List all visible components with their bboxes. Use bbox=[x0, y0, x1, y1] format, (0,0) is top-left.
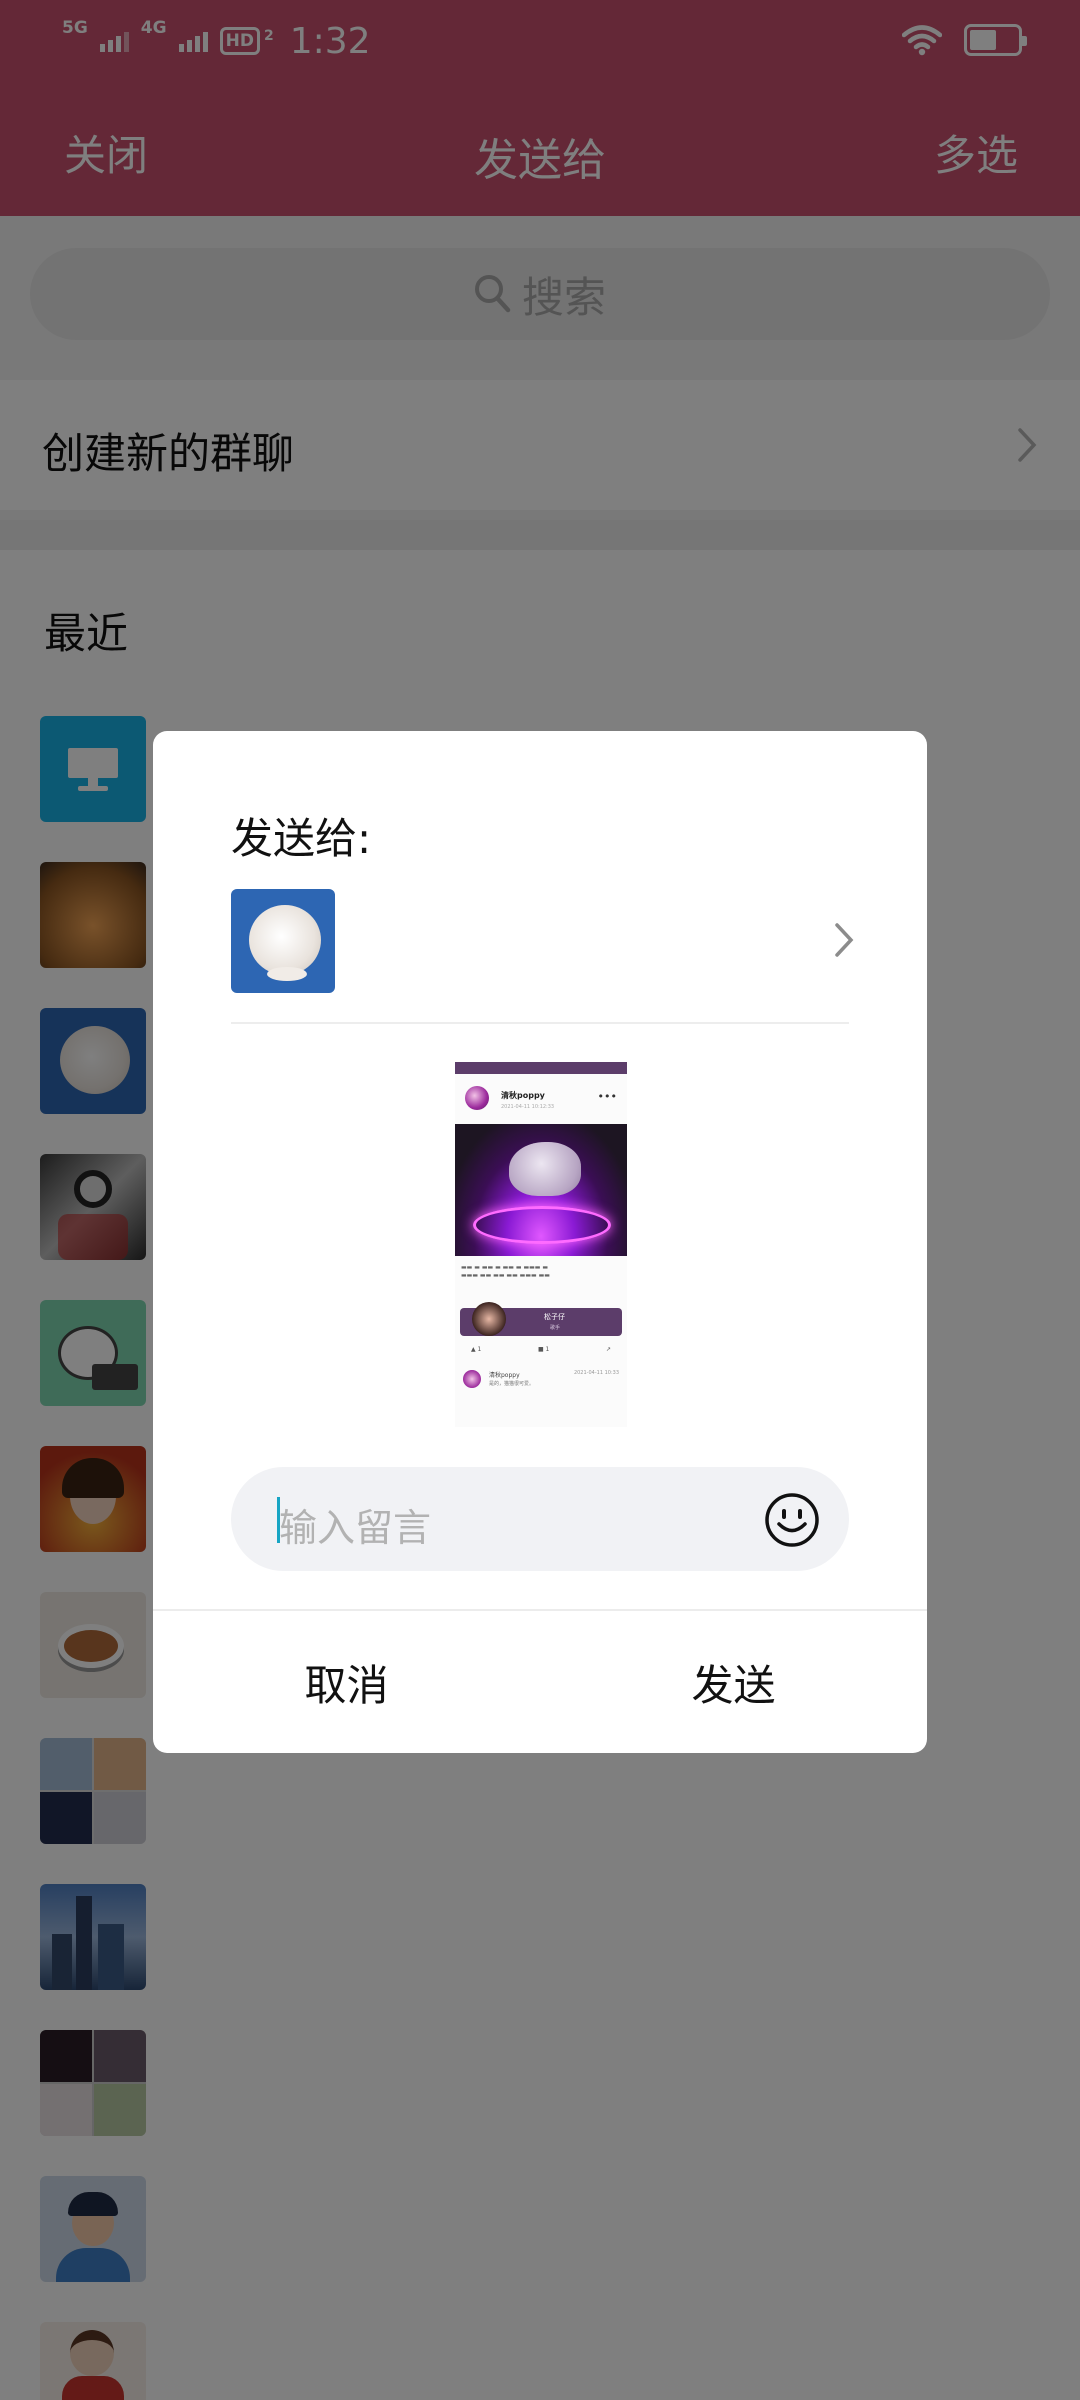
post-stats: ▲ 1 ■ 1 ↗ bbox=[471, 1346, 611, 1353]
post-text: ▬▬ ▬ ▬▬ ▬ ▬▬ ▬ ▬▬▬ ▬ ▬▬▬ ▬▬ ▬▬ ▬▬ ▬▬▬ ▬▬ bbox=[461, 1264, 550, 1279]
send-to-dialog: 发送给: 清秋poppy 2021-04-11 10:12:33 ••• ▬▬ … bbox=[153, 731, 927, 1753]
comment-text: 是的，猫猫很可爱。 bbox=[489, 1381, 535, 1387]
more-icon: ••• bbox=[597, 1090, 617, 1103]
dialog-title: 发送给: bbox=[231, 814, 372, 863]
shared-post-preview: 清秋poppy 2021-04-11 10:12:33 ••• ▬▬ ▬ ▬▬ … bbox=[455, 1062, 627, 1427]
thumb-icon: ▲ bbox=[471, 1346, 476, 1353]
music-card: 松子仔 歌手 bbox=[460, 1302, 622, 1336]
recipient-avatar bbox=[231, 889, 335, 993]
post-time: 2021-04-11 10:12:33 bbox=[501, 1104, 555, 1110]
message-placeholder: 输入留言 bbox=[279, 1506, 432, 1550]
send-button[interactable]: 发送 bbox=[540, 1611, 927, 1753]
dialog-divider bbox=[231, 1022, 849, 1024]
comments-count: ■ 1 bbox=[537, 1346, 550, 1353]
post-image bbox=[455, 1124, 627, 1256]
post-author-avatar bbox=[465, 1086, 489, 1110]
emoji-icon[interactable] bbox=[763, 1491, 821, 1549]
message-input[interactable]: 输入留言 bbox=[231, 1467, 849, 1571]
share-icon: ↗ bbox=[605, 1346, 611, 1353]
cancel-button[interactable]: 取消 bbox=[153, 1611, 540, 1753]
likes-count: ▲ 1 bbox=[471, 1346, 482, 1353]
comment-icon: ■ bbox=[537, 1346, 544, 1353]
chevron-right-icon[interactable] bbox=[833, 921, 855, 959]
post-author-name: 清秋poppy bbox=[501, 1091, 545, 1100]
comment-author: 清秋poppy bbox=[489, 1372, 520, 1379]
comment-time: 2021-04-11 10:33 bbox=[573, 1370, 619, 1376]
commenter-avatar bbox=[463, 1370, 481, 1388]
